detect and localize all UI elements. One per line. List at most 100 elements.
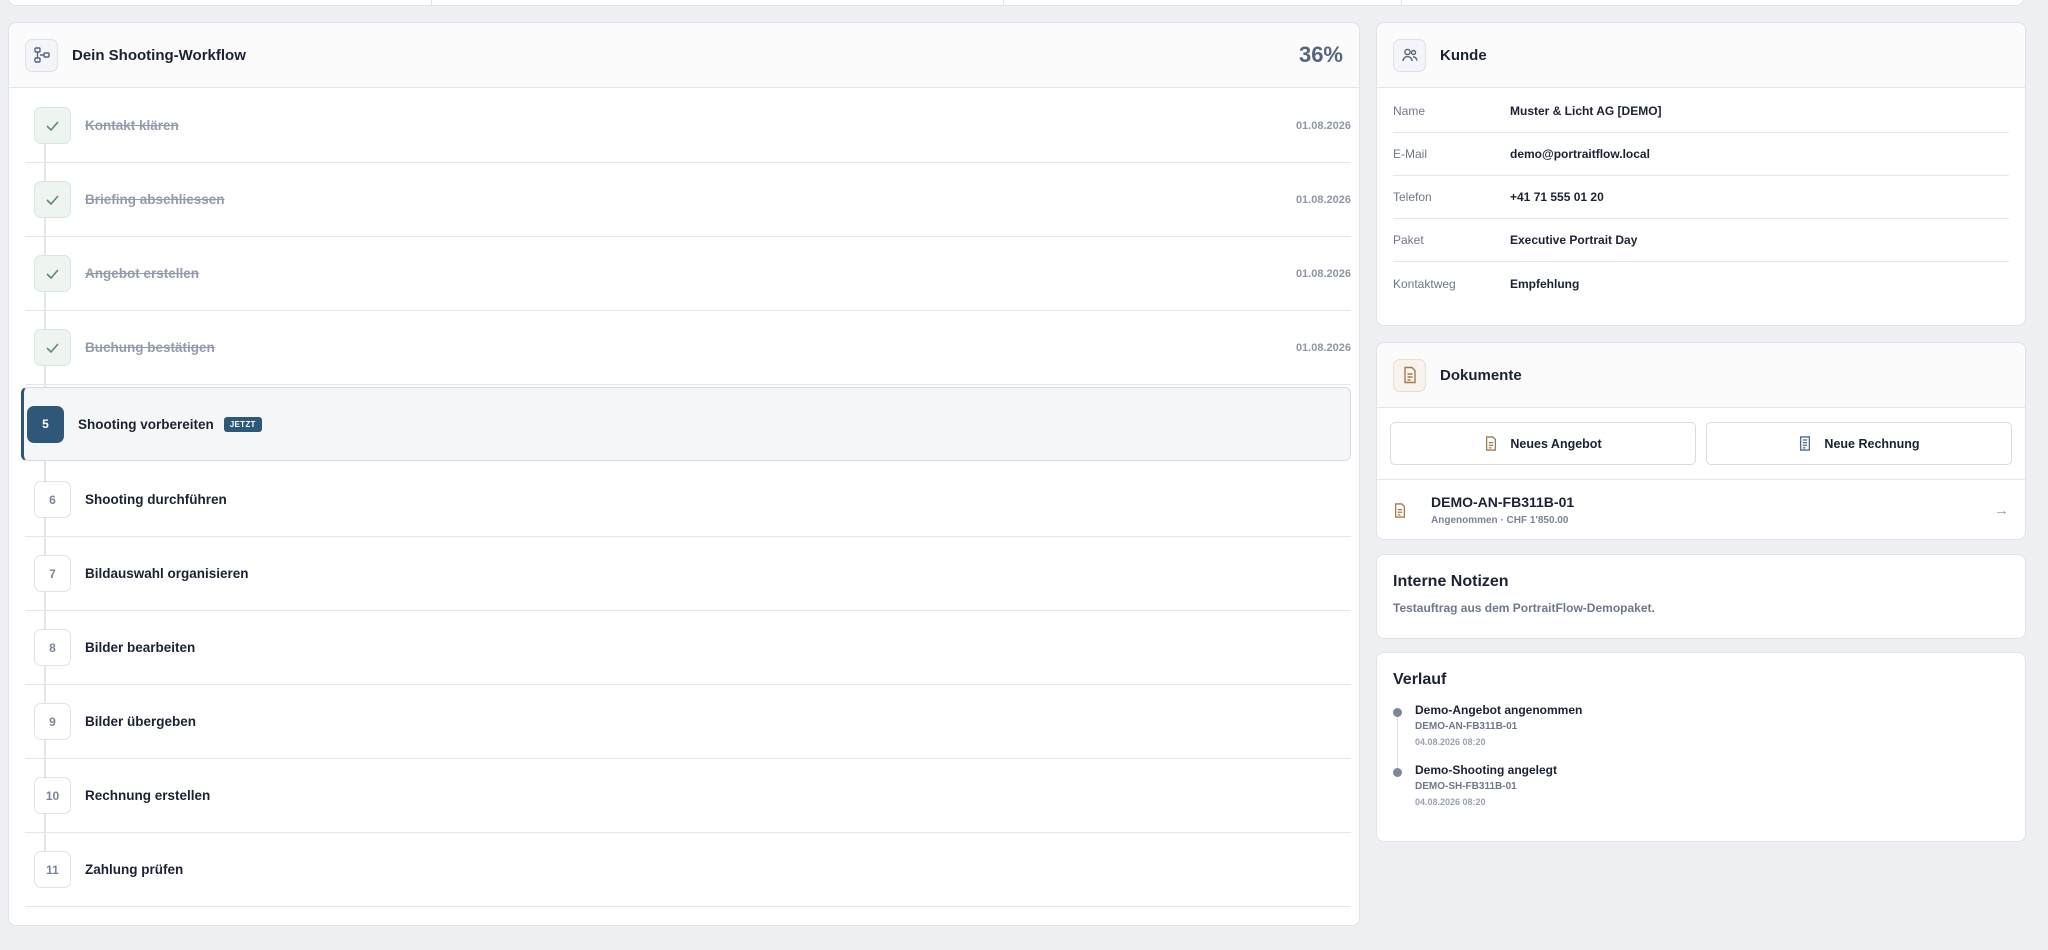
- field-value: Muster & Licht AG [DEMO]: [1510, 104, 1662, 118]
- step-label-text: Angebot erstellen: [85, 266, 200, 281]
- step-number: 6: [34, 481, 71, 518]
- step-date: 01.08.2026: [1295, 267, 1351, 280]
- step-number: 5: [27, 405, 64, 443]
- step-label: Kontakt klären: [85, 118, 1296, 133]
- step-label: Buchung bestätigen: [85, 340, 1296, 355]
- check-icon: [34, 107, 71, 144]
- document-item[interactable]: DEMO-AN-FB311B-01 Angenommen · CHF 1'850…: [1377, 480, 2025, 540]
- field-value: Empfehlung: [1510, 276, 1580, 291]
- history-item-title: Demo-Shooting angelegt: [1415, 763, 1557, 777]
- workflow-title: Dein Shooting-Workflow: [72, 46, 246, 64]
- invoice-document-icon: [1800, 436, 1811, 451]
- timeline-dot-icon: [1393, 768, 1402, 777]
- history-item-time: 04.08.2026 08:20: [1415, 797, 1486, 807]
- step-date: 01.08.2026: [1295, 119, 1351, 132]
- field-value: Executive Portrait Day: [1510, 233, 1638, 247]
- workflow-step[interactable]: 7 Bildauswahl organisieren: [25, 537, 1351, 611]
- customer-card: Kunde Name Muster & Licht AG [DEMO] E-Mail…: [1376, 22, 2026, 326]
- documents-header: Dokumente: [1377, 343, 2025, 408]
- step-number: 11: [34, 851, 71, 888]
- document-status: Angenommen · CHF 1'850.00: [1431, 515, 1569, 526]
- workflow-step[interactable]: 10 Rechnung erstellen: [25, 759, 1351, 833]
- step-label: Bildauswahl organisieren: [85, 566, 1351, 581]
- field-key: Kontaktweg: [1393, 276, 1456, 291]
- arrow-right-icon[interactable]: →: [1994, 502, 2009, 519]
- workflow-progress: 36%: [1298, 42, 1343, 67]
- workflow-step[interactable]: Briefing abschliessen 01.08.2026: [25, 163, 1351, 237]
- step-label: Shooting vorbereiten JETZT: [78, 416, 1350, 432]
- history-card: Verlauf Demo-Angebot angenommen DEMO-AN-F…: [1376, 652, 2026, 842]
- workflow-icon: [25, 38, 58, 72]
- customer-field: Name Muster & Licht AG [DEMO]: [1393, 90, 2009, 133]
- field-value: demo@portraitflow.local: [1510, 147, 1650, 161]
- step-number: 10: [34, 777, 71, 814]
- field-key: Paket: [1393, 233, 1424, 247]
- step-label-text: Bilder bearbeiten: [85, 640, 196, 655]
- customer-field: Paket Executive Portrait Day: [1393, 219, 2009, 262]
- workflow-step[interactable]: Buchung bestätigen 01.08.2026: [25, 311, 1351, 385]
- customer-field: Kontaktweg Empfehlung: [1393, 262, 2009, 305]
- step-label-text: Buchung bestätigen: [85, 340, 215, 355]
- step-label-text: Bilder übergeben: [85, 714, 197, 729]
- workflow-step[interactable]: Kontakt klären 01.08.2026: [25, 89, 1351, 163]
- workflow-card: Dein Shooting-Workflow 36% Kontakt kläre…: [8, 22, 1360, 926]
- step-label-text: Kontakt klären: [85, 118, 179, 133]
- history-item-ref: DEMO-SH-FB311B-01: [1415, 781, 1517, 792]
- customer-field: Telefon +41 71 555 01 20: [1393, 176, 2009, 219]
- step-label-text: Bildauswahl organisieren: [85, 566, 249, 581]
- history-item-ref: DEMO-AN-FB311B-01: [1415, 721, 1518, 732]
- history-title: Verlauf: [1393, 671, 1447, 688]
- current-badge: JETZT: [223, 416, 262, 432]
- notes-text: Testauftrag aus dem PortraitFlow-Demopak…: [1393, 601, 1655, 615]
- documents-card: Dokumente Neues Angebot Neue Rechnung DE…: [1376, 342, 2026, 540]
- workflow-step[interactable]: 5 Shooting vorbereiten JETZT: [21, 387, 1351, 461]
- document-icon: [1393, 358, 1426, 392]
- step-label: Bilder bearbeiten: [85, 640, 1351, 655]
- documents-title: Dokumente: [1440, 366, 1522, 384]
- new-offer-button[interactable]: Neues Angebot: [1390, 422, 1696, 465]
- field-key: Name: [1393, 104, 1426, 118]
- check-icon: [34, 329, 71, 366]
- customer-title: Kunde: [1440, 46, 1487, 64]
- history-item-title: Demo-Angebot angenommen: [1415, 703, 1583, 717]
- step-label-text: Shooting durchführen: [85, 492, 227, 507]
- document-icon: [1394, 502, 1406, 518]
- step-label-text: Shooting vorbereiten: [78, 416, 214, 432]
- check-icon: [34, 181, 71, 218]
- document-ref: DEMO-AN-FB311B-01: [1431, 494, 1575, 510]
- workflow-header: Dein Shooting-Workflow 36%: [9, 23, 1359, 88]
- notes-title: Interne Notizen: [1393, 573, 1509, 590]
- workflow-step[interactable]: 11 Zahlung prüfen: [25, 833, 1351, 907]
- field-key: Telefon: [1393, 190, 1432, 204]
- step-label: Zahlung prüfen: [85, 862, 1351, 877]
- document-actions: Neues Angebot Neue Rechnung: [1377, 408, 2025, 480]
- offer-document-icon: [1486, 436, 1497, 451]
- workflow-step[interactable]: 8 Bilder bearbeiten: [25, 611, 1351, 685]
- workflow-step[interactable]: 6 Shooting durchführen: [25, 463, 1351, 537]
- step-label-text: Briefing abschliessen: [85, 192, 225, 207]
- step-label: Angebot erstellen: [85, 266, 1296, 281]
- customer-field: E-Mail demo@portraitflow.local: [1393, 133, 2009, 176]
- step-date: 01.08.2026: [1295, 341, 1351, 354]
- field-key: E-Mail: [1393, 147, 1428, 161]
- step-number: 9: [34, 703, 71, 740]
- step-label: Bilder übergeben: [85, 714, 1351, 729]
- history-item: Demo-Shooting angelegt DEMO-SH-FB311B-01 0…: [1393, 763, 2009, 807]
- workflow-step[interactable]: Angebot erstellen 01.08.2026: [25, 237, 1351, 311]
- step-label-text: Zahlung prüfen: [85, 862, 184, 877]
- history-item: Demo-Angebot angenommen DEMO-AN-FB311B-01…: [1393, 703, 2009, 747]
- new-invoice-button[interactable]: Neue Rechnung: [1706, 422, 2012, 465]
- new-offer-label: Neues Angebot: [1510, 436, 1602, 451]
- history-timeline: Demo-Angebot angenommen DEMO-AN-FB311B-01…: [1393, 703, 2009, 807]
- new-invoice-label: Neue Rechnung: [1824, 436, 1920, 451]
- customer-header: Kunde: [1377, 23, 2025, 88]
- step-number: 8: [34, 629, 71, 666]
- step-label-text: Rechnung erstellen: [85, 788, 211, 803]
- workflow-step[interactable]: 9 Bilder übergeben: [25, 685, 1351, 759]
- step-number: 7: [34, 555, 71, 592]
- customer-fields: Name Muster & Licht AG [DEMO] E-Mail demo@p…: [1377, 88, 2025, 305]
- users-icon: [1393, 38, 1426, 72]
- timeline-dot-icon: [1393, 708, 1402, 717]
- document-item-text: DEMO-AN-FB311B-01 Angenommen · CHF 1'850…: [1431, 494, 1994, 526]
- step-label: Shooting durchführen: [85, 492, 1351, 507]
